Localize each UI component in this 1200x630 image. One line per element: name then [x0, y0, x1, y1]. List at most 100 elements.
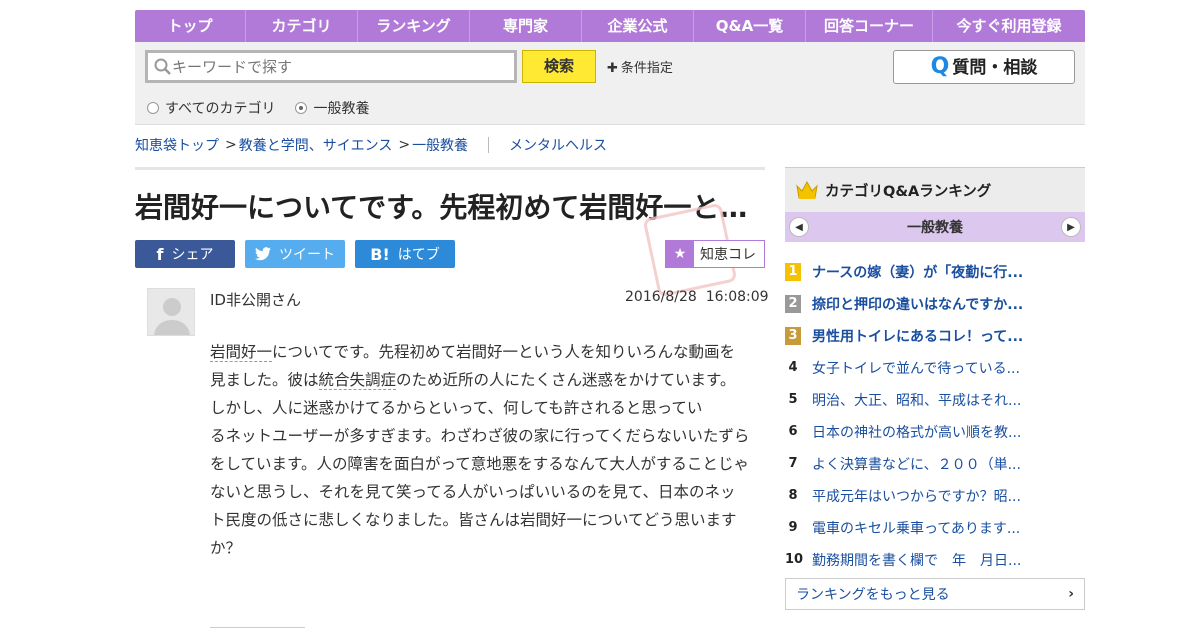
plus-icon: ✚	[607, 61, 618, 76]
nav-category[interactable]: カテゴリ	[246, 10, 358, 42]
nav-qa-list[interactable]: Q&A一覧	[694, 10, 806, 42]
ranking-item[interactable]: 4 女子トイレで並んで待っている...	[785, 352, 1085, 384]
ranking-item[interactable]: 8 平成元年はいつからですか？昭...	[785, 480, 1085, 512]
radio-label: すべてのカテゴリ	[165, 101, 276, 117]
breadcrumb-sep: >	[225, 137, 237, 153]
radio-all-categories[interactable]: すべてのカテゴリ	[147, 98, 275, 118]
keyword-link[interactable]: 統合失調症	[318, 371, 397, 390]
ranking-link[interactable]: 平成元年はいつからですか？昭...	[812, 486, 1021, 506]
post-date: 2016/8/28 16:08:09	[625, 289, 769, 305]
divider	[210, 627, 305, 628]
breadcrumb-cat1[interactable]: 教養と学問、サイエンス	[239, 135, 393, 155]
crown-icon	[796, 180, 818, 199]
ranking-link[interactable]: 日本の神社の格式が高い順を教...	[812, 422, 1021, 442]
divider	[135, 167, 765, 170]
ranking-link[interactable]: 女子トイレで並んで待っている...	[812, 358, 1020, 378]
search-input[interactable]	[172, 57, 492, 76]
rank-number: 8	[788, 488, 798, 503]
ranking-category: 一般教養	[907, 220, 963, 236]
twitter-icon	[255, 247, 271, 261]
breadcrumb-home[interactable]: 知恵袋トップ	[135, 135, 219, 155]
chiekore-label: 知恵コレ	[700, 247, 756, 263]
next-arrow-icon[interactable]: ▶	[1061, 217, 1081, 237]
facebook-icon: f	[156, 244, 164, 264]
ranking-link[interactable]: 男性用トイレにあるコレ！って...	[812, 326, 1023, 346]
radio-dot	[147, 102, 159, 114]
ranking-item[interactable]: 5 明治、大正、昭和、平成はそれ...	[785, 384, 1085, 416]
conditions-link[interactable]: ✚ 条件指定	[607, 57, 673, 76]
rank-number: 2	[785, 295, 801, 313]
search-scope: すべてのカテゴリ 一般教養	[147, 98, 369, 118]
related-category-link[interactable]: メンタルヘルス	[509, 135, 607, 155]
ranking-list: 1 ナースの嫁（妻）が「夜勤に行... 2 捺印と押印の違いはなんですか... 3男…	[785, 256, 1085, 576]
chevron-right-icon: ›	[1068, 586, 1074, 602]
ranking-link[interactable]: 捺印と押印の違いはなんですか...	[812, 294, 1023, 314]
twitter-share-button[interactable]: ツイート	[245, 240, 345, 268]
rank-number: 6	[788, 424, 798, 439]
search-button[interactable]: 検索	[522, 50, 596, 83]
q-icon: Q	[930, 54, 950, 79]
nav-top[interactable]: トップ	[135, 10, 246, 42]
breadcrumb-sep: >	[398, 137, 411, 153]
breadcrumb-divider	[488, 137, 490, 153]
question-body: 岩間好一についてです。先程初めて岩間好一という人を知りいろんな動画を見ました。彼…	[210, 338, 750, 562]
ranking-link[interactable]: ナースの嫁（妻）が「夜勤に行...	[812, 262, 1023, 282]
search-icon	[154, 58, 171, 75]
facebook-share-button[interactable]: f シェア	[135, 240, 235, 268]
radio-current-category[interactable]: 一般教養	[295, 98, 369, 118]
facebook-share-label: シェア	[171, 247, 214, 263]
ranking-item[interactable]: 3 男性用トイレにあるコレ！って...	[785, 320, 1085, 352]
ask-question-button[interactable]: Q 質問・相談	[893, 50, 1075, 84]
hatena-label: はてブ	[397, 247, 440, 263]
ask-question-label: 質問・相談	[952, 58, 1038, 78]
body-text: るネットユーザーが多すぎます。わざわざ彼の家に行ってくだらないいたずらをしていま…	[210, 427, 750, 557]
star-icon: ★	[666, 241, 694, 267]
search-box	[145, 50, 517, 83]
nav-experts[interactable]: 専門家	[470, 10, 582, 42]
nav-official[interactable]: 企業公式	[582, 10, 694, 42]
post-date-value: 2016/8/28	[625, 289, 697, 305]
more-ranking-label: ランキングをもっと見る	[796, 587, 950, 603]
keyword-link[interactable]: 岩間好一	[210, 343, 273, 362]
ranking-item[interactable]: 6 日本の神社の格式が高い順を教...	[785, 416, 1085, 448]
ranking-link[interactable]: よく決算書などに、２００（単...	[812, 454, 1021, 474]
rank-number: 1	[785, 263, 801, 281]
prev-arrow-icon[interactable]: ◀	[789, 217, 809, 237]
ranking-item[interactable]: 1 ナースの嫁（妻）が「夜勤に行...	[785, 256, 1085, 288]
global-nav: トップ カテゴリ ランキング 専門家 企業公式 Q&A一覧 回答コーナー 今すぐ…	[135, 10, 1085, 42]
nav-answer-corner[interactable]: 回答コーナー	[806, 10, 933, 42]
nav-ranking[interactable]: ランキング	[358, 10, 470, 42]
ranking-title: カテゴリQ&Aランキング	[825, 183, 992, 200]
rank-number: 10	[785, 552, 804, 567]
search-area: 検索 ✚条件指定 Q質問・相談 すべてのカテゴリ 一般教養	[135, 42, 1085, 125]
radio-label: 一般教養	[313, 101, 370, 117]
rank-number: 4	[788, 360, 798, 375]
ranking-header: カテゴリQ&Aランキング	[785, 167, 1085, 212]
ranking-item[interactable]: 10 勤務期間を書く欄で 年 月日...	[785, 544, 1085, 576]
ranking-item[interactable]: 9 電車のキセル乗車ってあります...	[785, 512, 1085, 544]
post-time: 16:08:09	[705, 289, 769, 305]
breadcrumb: 知恵袋トップ > 教養と学問、サイエンス > 一般教養 メンタルヘルス	[135, 135, 607, 155]
user-icon	[154, 298, 190, 335]
ranking-item[interactable]: 7 よく決算書などに、２００（単...	[785, 448, 1085, 480]
more-ranking-link[interactable]: ランキングをもっと見る ›	[785, 578, 1085, 610]
ranking-item[interactable]: 2 捺印と押印の違いはなんですか...	[785, 288, 1085, 320]
chiekore-button[interactable]: ★ 知恵コレ	[665, 240, 765, 268]
hatena-icon: B!	[370, 244, 390, 264]
breadcrumb-cat2[interactable]: 一般教養	[412, 135, 468, 155]
avatar	[147, 288, 195, 336]
rank-number: 9	[788, 520, 798, 535]
ranking-link[interactable]: 電車のキセル乗車ってあります...	[812, 518, 1020, 538]
ranking-link[interactable]: 勤務期間を書く欄で 年 月日...	[812, 550, 1021, 570]
ranking-link[interactable]: 明治、大正、昭和、平成はそれ...	[812, 390, 1021, 410]
hatena-bookmark-button[interactable]: B! はてブ	[355, 240, 455, 268]
nav-register[interactable]: 今すぐ利用登録	[933, 10, 1085, 42]
ranking-category-bar: ◀ 一般教養 ▶	[785, 212, 1085, 242]
conditions-label: 条件指定	[620, 61, 673, 76]
twitter-share-label: ツイート	[279, 247, 335, 263]
rank-number: 5	[788, 392, 798, 407]
rank-number: 3	[785, 327, 801, 345]
rank-number: 7	[788, 456, 798, 471]
ranking-sidebar: カテゴリQ&Aランキング ◀ 一般教養 ▶ 1 ナースの嫁（妻）が「夜勤に行...…	[785, 167, 1085, 610]
radio-dot	[295, 102, 308, 114]
